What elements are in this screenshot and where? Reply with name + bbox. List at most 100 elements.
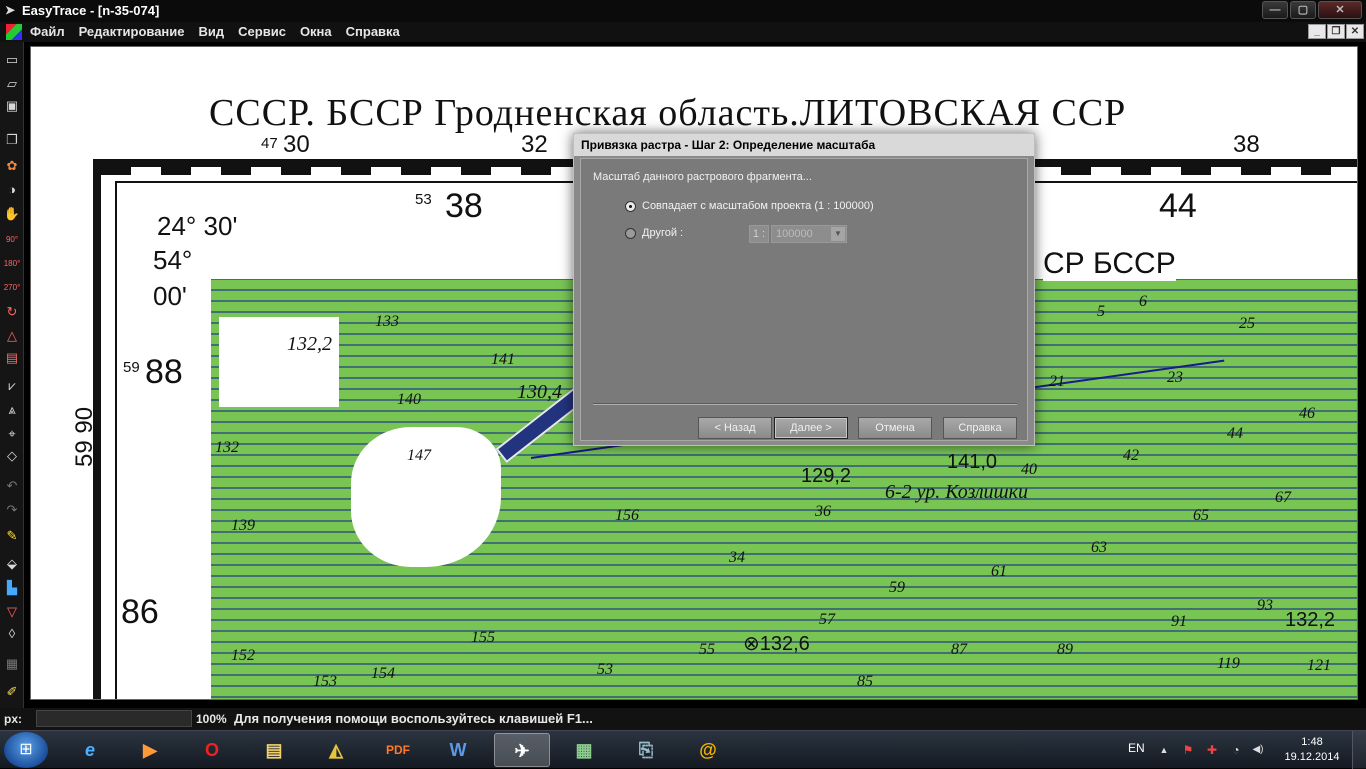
mdi-close-button[interactable]: ✕ (1346, 24, 1364, 39)
menu-service[interactable]: Сервис (238, 24, 286, 39)
histogram-icon[interactable]: ▙ (2, 578, 22, 598)
height-mark: 46 (1299, 405, 1315, 422)
grid-icon[interactable]: ▦ (2, 654, 22, 674)
menu-help[interactable]: Справка (346, 24, 400, 39)
hand-icon[interactable]: ✋ (2, 204, 22, 224)
height-mark: 121 (1307, 657, 1331, 674)
height-mark: 119 (1217, 655, 1240, 672)
help-button[interactable]: Справка (943, 417, 1017, 439)
drop-icon[interactable]: ◊ (2, 624, 22, 644)
pencil-icon[interactable]: ✐ (2, 682, 22, 702)
paper-plane-icon[interactable]: ✈ (494, 733, 550, 767)
maximize-button[interactable]: ▢ (1290, 1, 1316, 19)
scale-section-label: Масштаб данного растрового фрагмента... (593, 171, 812, 183)
height-mark: 25 (1239, 315, 1255, 332)
height-mark: 152 (231, 647, 255, 664)
color-palette-icon[interactable]: ✿ (2, 156, 22, 176)
file-explorer-icon[interactable]: ▤ (246, 733, 302, 767)
project-scale-label[interactable]: Совпадает с масштабом проекта (1 : 10000… (642, 200, 874, 212)
scale-combobox[interactable]: 100000 ▼ (771, 225, 847, 243)
grid-label: 59 90 (71, 406, 98, 467)
security-icon[interactable]: ✚ (1204, 742, 1220, 758)
height-mark: 5 (1097, 303, 1105, 320)
photo-viewer-icon[interactable]: ▦ (556, 733, 612, 767)
dialog-divider (593, 403, 1017, 405)
copy-icon[interactable]: ❐ (2, 130, 22, 150)
menu-view[interactable]: Вид (199, 24, 225, 39)
place-name: 6-2 ур. Козлишки (885, 481, 1029, 503)
save-icon[interactable]: ▣ (2, 96, 22, 116)
height-mark: 133 (375, 313, 399, 330)
start-button[interactable]: ⊞ (4, 732, 48, 768)
grid-label: 32 (521, 131, 548, 158)
action-center-icon[interactable]: ⚑ (1180, 742, 1196, 758)
coordinate-label: 54° (153, 245, 193, 275)
region-label: СР БССР (1043, 247, 1176, 281)
raster-registration-dialog: Привязка растра - Шаг 2: Определение мас… (573, 133, 1035, 446)
close-button[interactable]: ✕ (1318, 1, 1362, 19)
open-file-icon[interactable]: ▱ (2, 74, 22, 94)
show-desktop-button[interactable] (1352, 731, 1366, 769)
easytrace-icon[interactable]: ◭ (308, 733, 364, 767)
mdi-minimize-button[interactable]: _ (1308, 24, 1326, 39)
next-button[interactable]: Далее > (774, 417, 848, 439)
pyramid-icon[interactable]: ⩗ (2, 376, 22, 396)
height-mark: 147 (407, 447, 431, 464)
back-button[interactable]: < Назад (698, 417, 772, 439)
media-player-icon[interactable]: ▶ (122, 733, 178, 767)
tray-arrow-icon[interactable]: ▲ (1156, 742, 1172, 758)
grid-label: 59 (123, 359, 140, 376)
clock[interactable]: 1:48 19.12.2014 (1284, 735, 1340, 765)
new-file-icon[interactable]: ▭ (2, 50, 22, 70)
select-icon[interactable]: ◇ (2, 446, 22, 466)
pdf-icon[interactable]: PDF (370, 733, 426, 767)
menu-windows[interactable]: Окна (300, 24, 332, 39)
height-mark: 65 (1193, 507, 1209, 524)
menu-file[interactable]: Файл (30, 24, 65, 39)
height-mark: 85 (857, 673, 873, 690)
word-icon[interactable]: W (430, 733, 486, 767)
language-indicator[interactable]: EN (1128, 741, 1145, 755)
globe-icon[interactable]: ◑ (2, 180, 22, 200)
undo-icon[interactable]: ↶ (2, 476, 22, 496)
wifi-icon[interactable]: ◔ (1228, 742, 1244, 758)
brush-icon[interactable]: ✎ (2, 526, 22, 546)
app-cursor-icon: ➤ (4, 3, 16, 17)
layers-icon[interactable]: ⩓ (2, 400, 22, 420)
grid-label: 47 (261, 135, 278, 152)
height-mark: 91 (1171, 613, 1187, 630)
height-mark: ⊗132,6 (743, 633, 810, 655)
other-scale-label[interactable]: Другой : (642, 227, 683, 239)
opera-icon[interactable]: O (184, 733, 240, 767)
height-mark: 129,2 (801, 465, 852, 487)
fill-icon[interactable]: ⬙ (2, 554, 22, 574)
height-mark: 141 (491, 351, 515, 368)
minimize-button[interactable]: — (1262, 1, 1288, 19)
frame-icon[interactable]: ▤ (2, 348, 22, 368)
height-mark: 132,2 (1285, 609, 1336, 631)
rotate-90-icon[interactable]: 90° (2, 230, 22, 250)
internet-explorer-icon[interactable]: e (62, 733, 118, 767)
rotate-icon[interactable]: ↻ (2, 302, 22, 322)
coordinate-label: 24° 30' (157, 211, 238, 241)
other-scale-radio[interactable] (625, 228, 636, 239)
mdi-restore-button[interactable]: ❐ (1327, 24, 1345, 39)
left-toolbar: ▭ ▱ ▣ ❐ ✿ ◑ ✋ 90° 180° 270° ↻ △ ▤ ⩗ ⩓ ⌖ … (0, 42, 24, 708)
triangle-icon[interactable]: △ (2, 326, 22, 346)
email-icon[interactable]: @ (680, 733, 736, 767)
scale-prefix: 1 : (749, 225, 769, 243)
rotate-180-icon[interactable]: 180° (2, 254, 22, 274)
height-mark: 63 (1091, 539, 1107, 556)
menu-edit[interactable]: Редактирование (79, 24, 185, 39)
volume-icon[interactable]: ◀) (1250, 742, 1266, 758)
project-scale-radio[interactable] (625, 201, 636, 212)
chevron-down-icon[interactable]: ▼ (831, 227, 845, 241)
coordinate-label: 00' (153, 281, 187, 311)
rotate-270-icon[interactable]: 270° (2, 278, 22, 298)
crosshair-icon[interactable]: ⌖ (2, 424, 22, 444)
grid-label: 86 (121, 593, 159, 631)
redo-icon[interactable]: ↷ (2, 500, 22, 520)
filter-icon[interactable]: ▽ (2, 602, 22, 622)
cancel-button[interactable]: Отмена (858, 417, 932, 439)
network-icon[interactable]: ⎘ (618, 733, 674, 767)
